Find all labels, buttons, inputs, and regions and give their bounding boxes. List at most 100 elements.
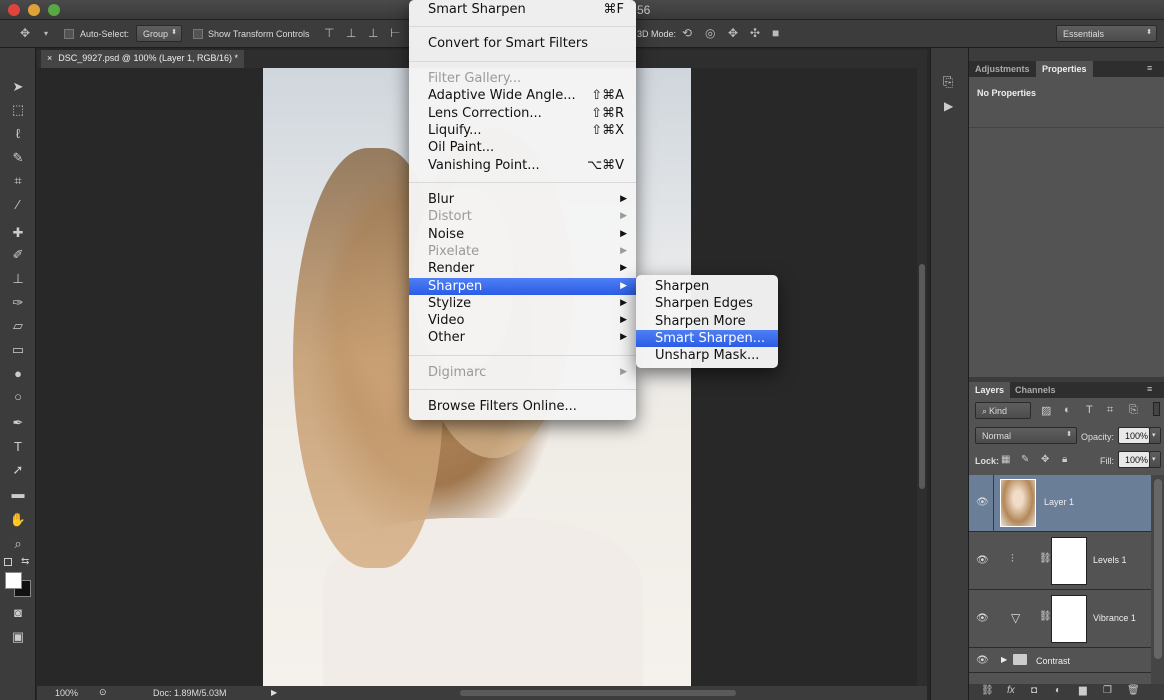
eraser-tool-button[interactable]: ▱	[9, 317, 27, 335]
lasso-tool-button[interactable]: ℓ	[9, 125, 27, 143]
tab-properties[interactable]: Properties	[1036, 61, 1093, 77]
layer-name[interactable]: Vibrance 1	[1093, 613, 1136, 623]
layers-scrollbar[interactable]	[1151, 475, 1164, 684]
history-panel-icon[interactable]: ⎘	[943, 74, 953, 90]
layer-name[interactable]: Contrast	[1036, 656, 1070, 666]
quick-select-tool-button[interactable]: ✎	[9, 149, 27, 167]
foreground-color-swatch[interactable]	[5, 572, 22, 589]
type-tool-button[interactable]: T	[9, 438, 27, 456]
menu-item-submenu[interactable]: Video ▶	[409, 312, 636, 329]
visibility-eye-icon[interactable]: 👁︎	[976, 613, 989, 624]
align-left-icon[interactable]: ⊢	[390, 26, 400, 40]
zoom-tool-button[interactable]: ⌕	[9, 535, 27, 553]
menu-item-submenu[interactable]: Stylize ▶	[409, 295, 636, 312]
shape-tool-button[interactable]: ▬	[9, 485, 27, 503]
filter-shape-icon[interactable]: ⌗	[1107, 404, 1113, 417]
menu-item-submenu[interactable]: Sharpen ▶	[409, 277, 636, 295]
vertical-scrollbar[interactable]	[917, 68, 927, 686]
submenu-item[interactable]: Unsharp Mask...	[636, 347, 778, 364]
menu-item[interactable]: Vanishing Point... ⌥⌘V	[409, 157, 636, 174]
new-layer-icon[interactable]: ❐	[1103, 685, 1112, 696]
quick-mask-icon[interactable]: ◙	[9, 604, 27, 622]
new-group-icon[interactable]: ▆	[1079, 685, 1087, 696]
menu-item-digimarc[interactable]: Digimarc ▶	[409, 364, 636, 381]
new-adjustment-icon[interactable]: ◐	[1055, 685, 1061, 696]
crop-tool-button[interactable]: ⌗	[9, 172, 27, 190]
menu-item-submenu[interactable]: Noise ▶	[409, 226, 636, 243]
submenu-item[interactable]: Sharpen More	[636, 313, 778, 330]
menu-item[interactable]: Oil Paint...	[409, 139, 636, 156]
document-tab[interactable]: × DSC_9927.psd @ 100% (Layer 1, RGB/16) *	[41, 50, 244, 68]
tab-layers[interactable]: Layers	[969, 382, 1011, 398]
tab-channels[interactable]: Channels	[1009, 382, 1062, 398]
vertical-scroll-thumb[interactable]	[919, 264, 925, 489]
expand-arrow-icon[interactable]: ▶	[1001, 655, 1007, 664]
menu-item[interactable]: Filter Gallery...	[409, 70, 636, 87]
menu-item-submenu[interactable]: Distort ▶	[409, 208, 636, 225]
visibility-eye-icon[interactable]: 👁︎	[976, 655, 989, 666]
add-mask-icon[interactable]: ◘	[1031, 685, 1037, 696]
hand-tool-button[interactable]: ✋	[9, 511, 27, 529]
menu-item-submenu[interactable]: Blur ▶	[409, 191, 636, 208]
align-vcenter-icon[interactable]: ⊥	[346, 26, 356, 40]
actions-panel-icon[interactable]: ▶	[944, 99, 953, 113]
menu-item-browse-filters[interactable]: Browse Filters Online...	[409, 398, 636, 415]
menu-item-submenu[interactable]: Render ▶	[409, 260, 636, 277]
filter-type-icon[interactable]: T	[1086, 404, 1093, 416]
history-brush-tool-button[interactable]: ✑	[9, 294, 27, 312]
move-tool-button[interactable]: ➤	[9, 78, 27, 96]
filter-pixel-icon[interactable]: ▨	[1041, 404, 1051, 417]
submenu-item[interactable]: Smart Sharpen...	[636, 329, 778, 347]
screen-mode-icon[interactable]: ▣	[9, 628, 27, 646]
panel-menu-icon[interactable]: ≡	[1147, 63, 1152, 73]
menu-item-convert-smart-filters[interactable]: Convert for Smart Filters	[409, 35, 636, 52]
workspace-dropdown[interactable]: Essentials ⬍	[1056, 25, 1157, 42]
gradient-tool-button[interactable]: ▭	[9, 341, 27, 359]
menu-item[interactable]: Liquify... ⇧⌘X	[409, 122, 636, 139]
layer-name[interactable]: Levels 1	[1093, 555, 1127, 565]
blur-tool-button[interactable]: ●	[9, 365, 27, 383]
lock-position-icon[interactable]: ✥	[1041, 454, 1049, 465]
stamp-tool-button[interactable]: ⊥	[9, 270, 27, 288]
blend-mode-dropdown[interactable]: Normal ⬍	[975, 427, 1077, 444]
align-top-icon[interactable]: ⊤	[324, 26, 334, 40]
status-menu-arrow-icon[interactable]: ▶	[271, 688, 277, 697]
path-select-tool-button[interactable]: ➚	[9, 461, 27, 479]
3d-rotate-icon[interactable]: ⟲	[682, 26, 692, 40]
healing-tool-button[interactable]: ✚	[9, 224, 27, 242]
3d-drag-icon[interactable]: ✥	[728, 26, 738, 40]
visibility-eye-icon[interactable]: 👁︎	[976, 555, 989, 566]
zoom-window-button[interactable]	[48, 4, 60, 16]
fill-dropdown-arrow[interactable]: ▾	[1149, 451, 1161, 468]
marquee-tool-button[interactable]: ⬚	[9, 101, 27, 119]
layer-mask-thumbnail[interactable]	[1051, 595, 1087, 643]
menu-item-submenu[interactable]: Other ▶	[409, 329, 636, 346]
status-info-icon[interactable]: ⊙	[99, 687, 107, 698]
menu-item[interactable]: Adaptive Wide Angle... ⇧⌘A	[409, 87, 636, 104]
menu-item[interactable]: Lens Correction... ⇧⌘R	[409, 105, 636, 122]
layer-mask-thumbnail[interactable]	[1051, 537, 1087, 585]
pen-tool-button[interactable]: ✒	[9, 414, 27, 432]
auto-select-checkbox[interactable]	[64, 29, 74, 39]
layer-row[interactable]: 👁︎ Layer 1	[969, 475, 1151, 532]
3d-scale-icon[interactable]: ■	[772, 26, 779, 40]
visibility-eye-icon[interactable]: 👁︎	[976, 497, 989, 508]
zoom-level[interactable]: 100%	[55, 688, 78, 698]
filter-smart-object-icon[interactable]: ⎘	[1129, 404, 1138, 417]
fill-input[interactable]: 100%	[1118, 451, 1150, 468]
menu-item-last-filter[interactable]: Smart Sharpen ⌘F	[409, 1, 636, 18]
submenu-item[interactable]: Sharpen Edges	[636, 295, 778, 312]
close-window-button[interactable]	[8, 4, 20, 16]
auto-select-dropdown[interactable]: Group ⬍	[136, 25, 182, 42]
link-icon[interactable]: ⛓︎	[1039, 611, 1052, 622]
menu-item-submenu[interactable]: Pixelate ▶	[409, 243, 636, 260]
3d-roll-icon[interactable]: ◎	[705, 26, 715, 40]
brush-tool-button[interactable]: ✐	[9, 246, 27, 264]
link-icon[interactable]: ⛓︎	[1039, 553, 1052, 564]
link-layers-icon[interactable]: ⛓︎	[981, 685, 994, 696]
layer-filter-kind-dropdown[interactable]: ⌕ Kind	[975, 402, 1031, 419]
lock-transparent-icon[interactable]: ▦	[1001, 454, 1010, 465]
swap-colors-icon[interactable]: ⇆	[21, 556, 29, 567]
filter-toggle[interactable]	[1153, 402, 1160, 416]
opacity-input[interactable]: 100%	[1118, 427, 1150, 444]
